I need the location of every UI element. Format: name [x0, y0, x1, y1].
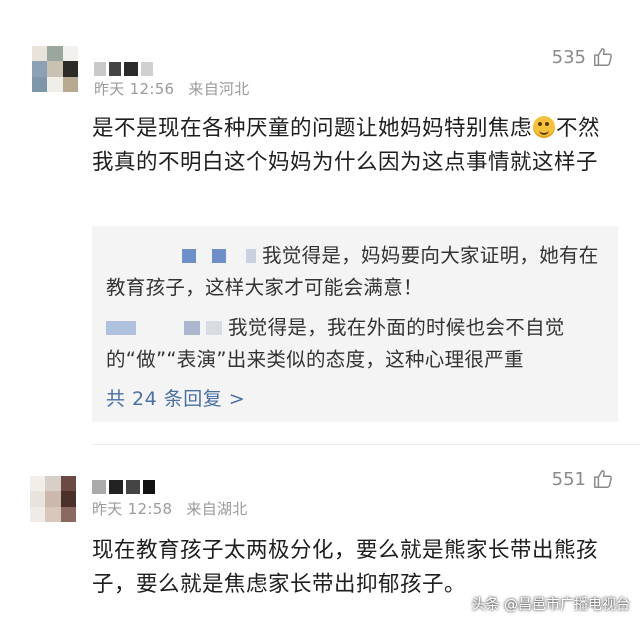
avatar[interactable] — [32, 46, 78, 92]
username-pixelated[interactable] — [92, 480, 155, 494]
thumbs-up-icon — [594, 470, 612, 488]
reply-item: 我觉得是，我在外面的时候也会不自觉的“做”“表演”出来类似的态度，这种心理很严重 — [106, 316, 565, 371]
reply-username-pixelated[interactable] — [106, 249, 256, 263]
like-button[interactable]: 535 — [552, 46, 614, 68]
more-replies-link[interactable]: 共 24 条回复 > — [106, 384, 245, 411]
like-count: 551 — [551, 468, 586, 490]
comment-location: 来自湖北 — [186, 500, 248, 518]
replies-box[interactable]: 我觉得是，妈妈要向大家证明，她有在教育孩子，这样大家才可能会满意！ 我觉得是，我… — [92, 226, 618, 422]
thumbs-up-icon — [594, 48, 612, 66]
comment-time: 昨天 12:58 — [92, 500, 173, 518]
comment-time: 昨天 12:56 — [94, 80, 175, 98]
comment-meta: 昨天 12:58 来自湖北 — [92, 498, 248, 519]
comment-text: 现在教育孩子太两极分化，要么就是熊家长带出熊孩子，要么就是焦虑家长带出抑郁孩子。 — [92, 538, 599, 597]
comment-location: 来自河北 — [188, 80, 250, 98]
comment-text: 是不是现在各种厌童的问题让她妈妈特别焦虑 不然我真的不明白这个妈妈为什么因为这点事… — [92, 116, 601, 175]
watermark: 头条 @昌邑市广播电视台 — [471, 597, 630, 613]
crying-laughing-emoji-icon — [533, 116, 556, 138]
like-count: 535 — [551, 46, 586, 68]
like-button[interactable]: 551 — [552, 468, 614, 490]
reply-username-pixelated[interactable] — [106, 321, 222, 335]
comment-meta: 昨天 12:56 来自河北 — [94, 78, 250, 99]
username-pixelated[interactable] — [94, 62, 153, 76]
reply-item: 我觉得是，妈妈要向大家证明，她有在教育孩子，这样大家才可能会满意！ — [106, 244, 599, 299]
avatar[interactable] — [30, 476, 76, 522]
comment-item: 昨天 12:56 来自河北 535 是不是现在各种厌童的问题让她妈妈特别焦虑 不然我… — [0, 0, 640, 440]
